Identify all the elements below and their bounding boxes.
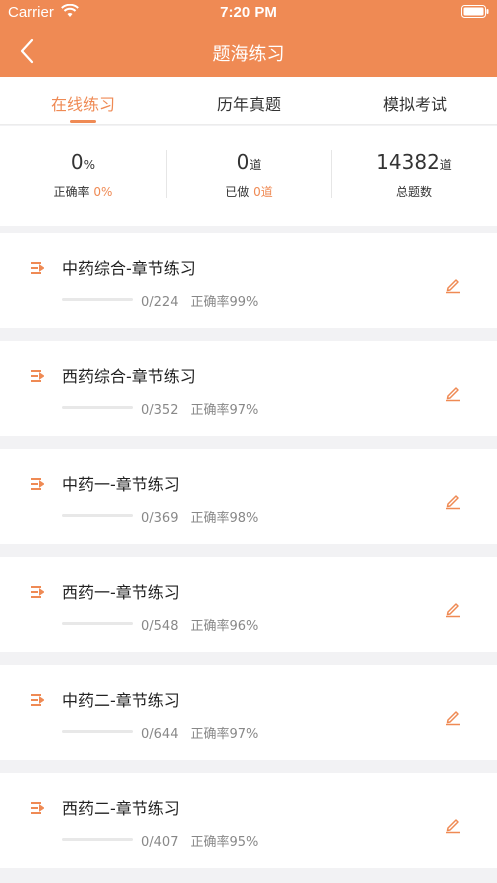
stat-label: 已做 0道 bbox=[225, 185, 273, 199]
course-meta: 0/369 正确率98% bbox=[141, 511, 259, 526]
list-icon bbox=[31, 586, 44, 598]
list-icon bbox=[31, 802, 44, 814]
tab-past-exams[interactable]: 历年真题 bbox=[166, 91, 332, 115]
pencil-icon[interactable] bbox=[444, 816, 462, 834]
tab-bar: 在线练习 历年真题 模拟考试 bbox=[0, 77, 497, 125]
app-header: Carrier 7:20 PM 题海练习 bbox=[0, 0, 497, 77]
list-icon bbox=[31, 694, 44, 706]
course-card[interactable]: 西药综合-章节练习 0/352 正确率97% bbox=[0, 341, 497, 436]
course-card[interactable]: 西药二-章节练习 0/407 正确率95% bbox=[0, 773, 497, 868]
tab-indicator bbox=[70, 120, 96, 123]
stat-label: 总题数 bbox=[395, 185, 432, 199]
course-card[interactable]: 中药二-章节练习 0/644 正确率97% bbox=[0, 665, 497, 760]
status-time: 7:20 PM bbox=[220, 4, 277, 21]
progress-bar bbox=[62, 298, 133, 301]
course-title: 西药综合-章节练习 bbox=[62, 367, 196, 386]
stats-panel: 0% 正确率 0% 0道 已做 0道 14382道 总题数 bbox=[0, 126, 497, 226]
course-meta: 0/644 正确率97% bbox=[141, 727, 259, 742]
list-icon bbox=[31, 370, 44, 382]
course-title: 中药综合-章节练习 bbox=[62, 259, 196, 278]
stat-total: 14382道 总题数 bbox=[331, 126, 497, 226]
progress-bar bbox=[62, 514, 133, 517]
progress-bar bbox=[62, 406, 133, 409]
status-bar: Carrier 7:20 PM bbox=[0, 0, 497, 26]
list-icon bbox=[31, 478, 44, 490]
course-meta: 0/407 正确率95% bbox=[141, 835, 259, 850]
stat-accuracy: 0% 正确率 0% bbox=[0, 126, 166, 226]
battery-icon bbox=[461, 5, 489, 18]
course-title: 中药一-章节练习 bbox=[62, 475, 180, 494]
course-meta: 0/224 正确率99% bbox=[141, 295, 259, 310]
stat-value: 0道 bbox=[236, 150, 262, 174]
stat-value: 0% bbox=[70, 150, 96, 174]
pencil-icon[interactable] bbox=[444, 600, 462, 618]
course-card[interactable]: 中药一-章节练习 0/369 正确率98% bbox=[0, 449, 497, 544]
pencil-icon[interactable] bbox=[444, 708, 462, 726]
course-title: 西药一-章节练习 bbox=[62, 583, 180, 602]
progress-bar bbox=[62, 838, 133, 841]
stat-label: 正确率 0% bbox=[53, 185, 113, 199]
progress-bar bbox=[62, 622, 133, 625]
progress-bar bbox=[62, 730, 133, 733]
course-card[interactable]: 中药综合-章节练习 0/224 正确率99% bbox=[0, 233, 497, 328]
course-card[interactable]: 西药一-章节练习 0/548 正确率96% bbox=[0, 557, 497, 652]
pencil-icon[interactable] bbox=[444, 384, 462, 402]
pencil-icon[interactable] bbox=[444, 492, 462, 510]
course-meta: 0/548 正确率96% bbox=[141, 619, 259, 634]
page-title: 题海练习 bbox=[212, 44, 285, 65]
tab-online-practice[interactable]: 在线练习 bbox=[0, 91, 166, 115]
pencil-icon[interactable] bbox=[444, 276, 462, 294]
stat-done: 0道 已做 0道 bbox=[166, 126, 332, 226]
course-meta: 0/352 正确率97% bbox=[141, 403, 259, 418]
course-title: 西药二-章节练习 bbox=[62, 799, 180, 818]
stat-value: 14382道 bbox=[376, 150, 452, 174]
list-icon bbox=[31, 262, 44, 274]
course-title: 中药二-章节练习 bbox=[62, 691, 180, 710]
tab-mock-exam[interactable]: 模拟考试 bbox=[332, 91, 497, 115]
